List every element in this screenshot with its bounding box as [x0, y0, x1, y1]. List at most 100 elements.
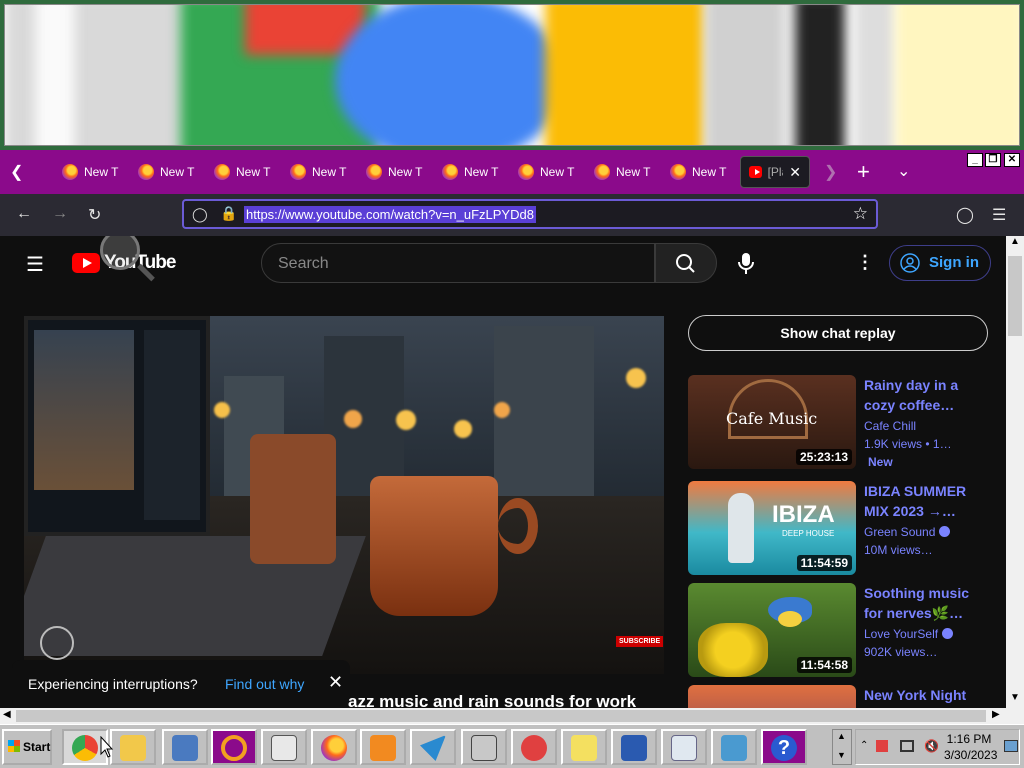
tab-new-tab-5[interactable]: New T	[366, 156, 430, 188]
chrome-icon	[72, 735, 98, 761]
taskbar-sticky-notes-app[interactable]	[561, 729, 607, 765]
tab-new-tab-7[interactable]: New T	[518, 156, 582, 188]
tab-youtube-active[interactable]: [Pla ✕	[740, 156, 810, 188]
vertical-scrollbar[interactable]: ▲ ▼	[1006, 236, 1024, 708]
sign-in-button[interactable]: Sign in	[889, 245, 991, 281]
tray-flag-icon[interactable]	[876, 740, 888, 752]
close-window-icon[interactable]: ✕	[1004, 153, 1020, 167]
taskbar-network-app[interactable]	[162, 729, 208, 765]
close-tab-icon[interactable]: ✕	[789, 164, 801, 181]
document-icon	[671, 735, 697, 761]
tab-new-tab-3[interactable]: New T	[214, 156, 278, 188]
youtube-logo-icon[interactable]	[72, 253, 100, 273]
show-chat-replay-button[interactable]: Show chat replay	[688, 315, 988, 351]
recommendation-item[interactable]: IBIZA DEEP HOUSE 11:54:59 IBIZA SUMMER M…	[688, 481, 1006, 575]
tab-new-tab-6[interactable]: New T	[442, 156, 506, 188]
tray-network-icon[interactable]	[900, 740, 914, 752]
horizontal-scrollbar-thumb[interactable]	[16, 710, 986, 722]
taskbar-explorer-app[interactable]	[110, 729, 156, 765]
url-text[interactable]: https://www.youtube.com/watch?v=n_uFzLPY…	[244, 206, 536, 223]
scroll-left-arrow-icon[interactable]: ◀	[3, 709, 11, 720]
scroll-up-arrow-icon[interactable]: ▲	[1010, 236, 1020, 247]
paper-plane-icon	[420, 735, 446, 761]
search-placeholder: Search	[278, 255, 329, 272]
pocket-icon[interactable]: ◯	[956, 205, 974, 225]
tab-new-tab-9[interactable]: New T	[670, 156, 734, 188]
recommendation-thumbnail[interactable]: 11:54:58	[688, 583, 856, 677]
minimize-window-icon[interactable]: _	[967, 153, 983, 167]
scroll-down-arrow-icon[interactable]: ▼	[1010, 692, 1020, 703]
taskbar-remote-desktop-app[interactable]	[611, 729, 657, 765]
new-tab-plus-icon[interactable]: +	[857, 159, 870, 185]
recommendation-item[interactable]: 11:54:58 Soothing music for nerves🌿… Lov…	[688, 583, 1006, 677]
search-input[interactable]: Search	[261, 243, 655, 283]
start-button[interactable]: Start	[2, 729, 52, 765]
channel-name[interactable]: Love YourSelf	[864, 627, 954, 641]
recommendation-thumbnail[interactable]	[688, 685, 856, 708]
microphone-icon[interactable]	[736, 251, 756, 277]
monitor-icon	[621, 735, 647, 761]
scroll-right-arrow-icon[interactable]: ▶	[992, 709, 1000, 720]
taskbar-scroll-control[interactable]: ▲ ▼	[832, 729, 852, 765]
channel-name[interactable]: Green Sound	[864, 525, 951, 539]
taskbar-firefox-app[interactable]	[311, 729, 357, 765]
system-clock[interactable]: 1:16 PM 3/30/2023	[944, 731, 997, 763]
scrollbar-thumb[interactable]	[1008, 256, 1022, 336]
tab-new-tab-2[interactable]: New T	[138, 156, 202, 188]
firefox-icon	[518, 164, 534, 180]
lock-icon[interactable]: 🔒	[220, 205, 237, 222]
youtube-page: ☰ YouTube Search ⋮ Sign in SUBSCRIBE Exp…	[0, 236, 1006, 708]
channel-name[interactable]: Cafe Chill	[864, 419, 916, 433]
taskbar-documents-app[interactable]	[661, 729, 707, 765]
reload-icon[interactable]: ↻	[88, 205, 101, 225]
search-button[interactable]	[655, 243, 717, 283]
address-bar[interactable]: ◯ 🔒 https://www.youtube.com/watch?v=n_uF…	[182, 199, 878, 229]
thumb-text: IBIZA	[772, 501, 835, 528]
bookmark-star-icon[interactable]: ☆	[853, 204, 868, 224]
tab-list-chevron-down-icon[interactable]: ⌄	[897, 161, 910, 181]
more-options-icon[interactable]: ⋮	[856, 252, 874, 273]
firefox-icon	[442, 164, 458, 180]
close-toast-icon[interactable]: ✕	[328, 672, 343, 693]
tray-volume-muted-icon[interactable]: 🔇	[924, 739, 939, 753]
tab-scroll-right-icon[interactable]: ❯	[824, 162, 837, 182]
tracking-shield-icon[interactable]: ◯	[192, 206, 208, 223]
taskbar-magnifier-app[interactable]	[211, 729, 257, 765]
video-player[interactable]: SUBSCRIBE	[24, 316, 664, 674]
taskbar-down-arrow-icon[interactable]: ▼	[837, 750, 846, 760]
restore-window-icon[interactable]: ❐	[985, 153, 1001, 167]
help-icon: ?	[771, 735, 797, 761]
tray-desktop-icon[interactable]	[1004, 740, 1018, 752]
recommendation-title[interactable]: IBIZA SUMMER MIX 2023 →…	[864, 481, 976, 521]
recommendation-item[interactable]: Cafe Music 25:23:13 Rainy day in a cozy …	[688, 375, 1006, 469]
taskbar-mail-app[interactable]	[410, 729, 456, 765]
forward-arrow-icon[interactable]: →	[52, 205, 68, 223]
find-out-why-link[interactable]: Find out why	[225, 676, 304, 692]
tab-new-tab-8[interactable]: New T	[594, 156, 658, 188]
taskbar-up-arrow-icon[interactable]: ▲	[837, 731, 846, 741]
taskbar-notepad-app[interactable]	[261, 729, 307, 765]
taskbar-control-panel-app[interactable]	[711, 729, 757, 765]
horizontal-scrollbar[interactable]: ◀ ▶	[0, 708, 1024, 724]
guide-menu-icon[interactable]: ☰	[26, 252, 44, 277]
recommendation-item[interactable]: New York Night	[688, 685, 1006, 708]
recommendation-thumbnail[interactable]: IBIZA DEEP HOUSE 11:54:59	[688, 481, 856, 575]
notepad-icon	[271, 735, 297, 761]
recommendation-title[interactable]: New York Night	[864, 685, 994, 705]
taskbar-media-player-app[interactable]	[360, 729, 406, 765]
tray-expand-icon[interactable]: ⌃	[860, 740, 868, 751]
taskbar-snipping-app[interactable]	[511, 729, 557, 765]
taskbar-calculator-app[interactable]	[461, 729, 507, 765]
recommendation-title[interactable]: Soothing music for nerves🌿…	[864, 583, 976, 623]
back-arrow-icon[interactable]: ←	[16, 205, 32, 223]
bokeh-light	[344, 410, 362, 428]
bokeh-light	[396, 410, 416, 430]
menu-hamburger-icon[interactable]: ☰	[992, 205, 1006, 225]
tab-scroll-left-icon[interactable]: ❮	[10, 162, 23, 182]
recommendation-title[interactable]: Rainy day in a cozy coffee…	[864, 375, 976, 415]
recommendation-thumbnail[interactable]: Cafe Music 25:23:13	[688, 375, 856, 469]
tab-new-tab-4[interactable]: New T	[290, 156, 354, 188]
taskbar-help-app[interactable]: ?	[761, 729, 807, 765]
search-icon	[676, 254, 695, 273]
tab-new-tab-1[interactable]: New T	[62, 156, 126, 188]
